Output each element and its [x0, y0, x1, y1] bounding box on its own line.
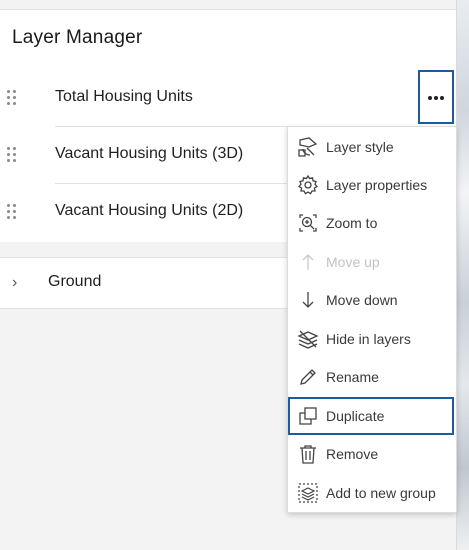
- arrow-down-icon: [297, 289, 319, 311]
- pencil-icon: [297, 366, 319, 388]
- trash-icon: [297, 443, 319, 465]
- layer-options-button[interactable]: [418, 70, 454, 124]
- menu-item-label: Hide in layers: [326, 331, 411, 347]
- menu-item-label: Layer properties: [326, 177, 428, 193]
- menu-item-hide-in-layers[interactable]: Hide in layers: [288, 320, 456, 358]
- drag-handle-icon[interactable]: [6, 89, 18, 107]
- drag-handle-icon[interactable]: [6, 146, 18, 164]
- menu-item-layer-properties[interactable]: Layer properties: [288, 166, 456, 204]
- duplicate-icon: [297, 405, 319, 427]
- layer-label: Vacant Housing Units (2D): [55, 202, 244, 219]
- menu-item-move-down[interactable]: Move down: [288, 281, 456, 319]
- menu-item-zoom-to[interactable]: Zoom to: [288, 204, 456, 242]
- chevron-right-icon[interactable]: ›: [12, 274, 17, 292]
- hide-layers-icon: [297, 328, 319, 350]
- layer-style-icon: [297, 136, 319, 158]
- menu-item-label: Move up: [326, 254, 380, 270]
- gear-icon: [297, 174, 319, 196]
- panel-title: Layer Manager: [12, 27, 143, 48]
- menu-item-label: Duplicate: [326, 408, 385, 424]
- menu-item-label: Zoom to: [326, 215, 378, 231]
- menu-item-move-up[interactable]: Move up: [288, 243, 456, 281]
- layer-label: Total Housing Units: [55, 88, 193, 105]
- add-group-icon: [297, 482, 319, 504]
- drag-handle-icon[interactable]: [6, 203, 18, 221]
- layer-actions-menu: Layer style Layer properties Zoom to Mov…: [287, 126, 457, 513]
- menu-item-rename[interactable]: Rename: [288, 358, 456, 396]
- menu-item-add-to-new-group[interactable]: Add to new group: [288, 474, 456, 512]
- ground-label: Ground: [48, 273, 102, 290]
- more-horizontal-icon: [428, 96, 432, 100]
- menu-item-label: Layer style: [326, 139, 394, 155]
- menu-item-duplicate[interactable]: Duplicate: [288, 397, 454, 435]
- menu-item-layer-style[interactable]: Layer style: [288, 128, 456, 166]
- panel-header: Layer Manager: [0, 9, 456, 71]
- menu-item-label: Add to new group: [326, 485, 436, 501]
- map-view-edge: [455, 0, 469, 550]
- menu-item-label: Remove: [326, 446, 379, 462]
- menu-item-remove[interactable]: Remove: [288, 435, 456, 473]
- layer-item-total-housing-units[interactable]: Total Housing Units: [0, 70, 456, 127]
- arrow-up-icon: [297, 251, 319, 273]
- menu-item-label: Rename: [326, 369, 379, 385]
- layer-label: Vacant Housing Units (3D): [55, 145, 244, 162]
- zoom-to-icon: [297, 212, 319, 234]
- menu-item-label: Move down: [326, 292, 398, 308]
